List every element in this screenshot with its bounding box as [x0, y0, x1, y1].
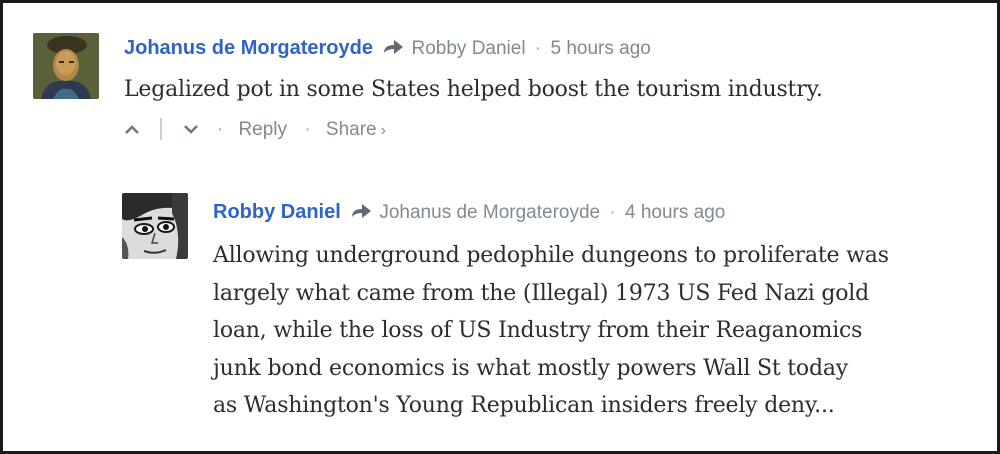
reply-to-name[interactable]: Johanus de Morgateroyde: [379, 202, 600, 223]
timestamp[interactable]: 5 hours ago: [550, 38, 650, 59]
chevron-up-icon[interactable]: [123, 122, 141, 136]
chevron-down-icon[interactable]: [182, 122, 200, 136]
comment-body-line: Allowing underground pedophile dungeons …: [213, 243, 889, 268]
avatar[interactable]: [33, 33, 99, 99]
comment-body: Allowing underground pedophile dungeons …: [213, 237, 889, 425]
comment-meta: Johanus de Morgateroyde Robby Daniel · 5…: [124, 36, 651, 61]
action-separator: ·: [216, 119, 224, 140]
share-chevron-icon: ›: [380, 122, 386, 139]
comment-body: Legalized pot in some States helped boos…: [124, 77, 823, 102]
meta-separator: ·: [609, 202, 616, 223]
comment-body-line: loan, while the loss of US Industry from…: [213, 318, 863, 343]
sketch-face-icon: [122, 193, 188, 259]
comment-thread-frame: Johanus de Morgateroyde Robby Daniel · 5…: [0, 0, 1000, 454]
reply-arrow-icon: [352, 204, 372, 218]
action-separator: ·: [304, 119, 311, 140]
comment-body-line: as Washington's Young Republican insider…: [213, 393, 835, 418]
painted-portrait-icon: [33, 33, 99, 99]
comment-body-line: junk bond economics is what mostly power…: [213, 355, 849, 381]
timestamp[interactable]: 4 hours ago: [625, 202, 725, 223]
comment-body-line: largely what came from the (Illegal) 197…: [213, 280, 870, 306]
share-label: Share: [325, 119, 377, 140]
meta-separator: ·: [534, 38, 542, 59]
reply-arrow-icon: [384, 40, 404, 54]
comment-actions: · Reply · Share ›: [123, 118, 386, 143]
share-button[interactable]: Share ›: [326, 119, 386, 140]
comment-meta: Robby Daniel Johanus de Morgateroyde · 4…: [213, 200, 725, 225]
author-name[interactable]: Johanus de Morgateroyde: [124, 37, 373, 59]
reply-to-name[interactable]: Robby Daniel: [412, 38, 526, 59]
author-name[interactable]: Robby Daniel: [213, 201, 341, 223]
reply-button[interactable]: Reply: [238, 119, 287, 140]
avatar[interactable]: [122, 193, 188, 259]
vote-divider: [160, 118, 163, 140]
